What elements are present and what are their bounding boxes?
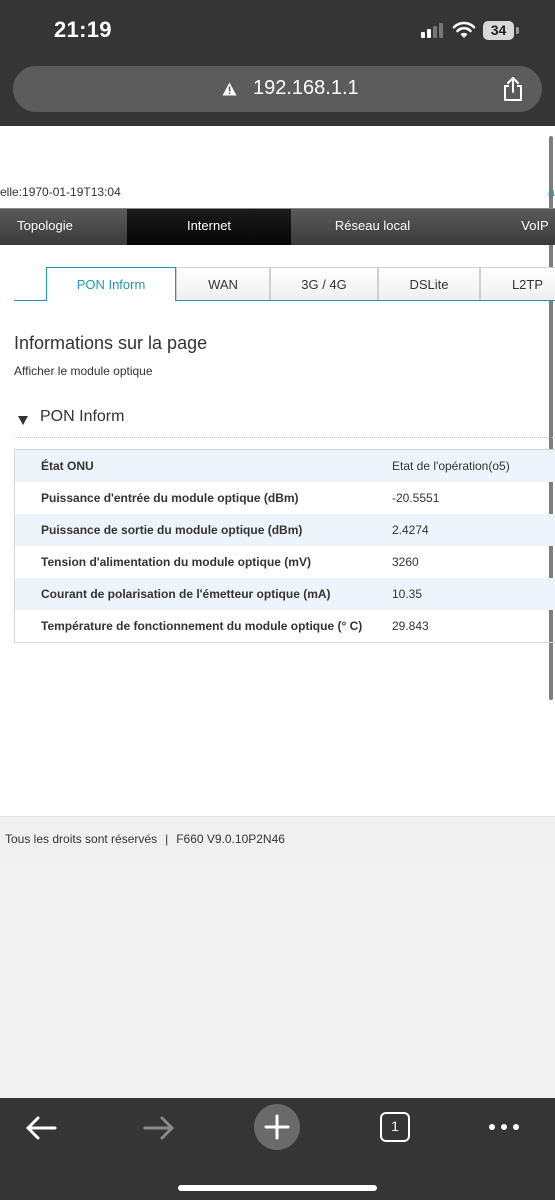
collapse-triangle-icon[interactable] xyxy=(18,416,28,425)
footer-rights: Tous les droits sont réservés xyxy=(5,832,158,846)
battery-indicator: 34 xyxy=(483,21,514,40)
row-label: Courant de polarisation de l'émetteur op… xyxy=(41,587,331,601)
footer-separator: | xyxy=(165,832,169,846)
row-value: 2.4274 xyxy=(392,523,429,537)
warning-icon xyxy=(222,82,237,96)
device-datetime: elle:1970-01-19T13:04 xyxy=(0,185,121,199)
row-value: Etat de l'opération(o5) xyxy=(392,459,510,473)
table-row: État ONU Etat de l'opération(o5) xyxy=(15,450,555,482)
footer-text: Tous les droits sont réservés | F660 V9.0.… xyxy=(5,832,285,846)
browser-address-area: 192.168.1.1 xyxy=(0,62,555,126)
tabs-count-icon[interactable]: 1 xyxy=(380,1112,410,1142)
row-label: Puissance d'entrée du module optique (dB… xyxy=(41,491,299,505)
table-row: Puissance d'entrée du module optique (dB… xyxy=(15,482,555,514)
truncated-header-link[interactable]: a xyxy=(548,185,555,199)
wifi-icon xyxy=(452,21,476,38)
url-text: 192.168.1.1 xyxy=(253,77,359,99)
table-row: Courant de polarisation de l'émetteur op… xyxy=(15,578,555,610)
row-value: 29.843 xyxy=(392,619,429,633)
section-divider xyxy=(14,437,555,438)
row-label: Température de fonctionnement du module … xyxy=(41,619,363,633)
tab-wan[interactable]: WAN xyxy=(176,267,270,300)
browser-toolbar: 1 xyxy=(0,1098,555,1200)
row-value: 10.35 xyxy=(392,587,423,601)
main-nav: Topologie Internet Réseau local VoIP xyxy=(0,208,555,245)
table-row: Température de fonctionnement du module … xyxy=(15,610,555,642)
forward-arrow-icon[interactable] xyxy=(142,1114,176,1142)
cellular-signal-icon xyxy=(421,22,447,38)
row-label: Tension d'alimentation du module optique… xyxy=(41,555,311,569)
section-title[interactable]: PON Inform xyxy=(40,408,124,426)
row-value: 3260 xyxy=(392,555,419,569)
address-bar[interactable]: 192.168.1.1 xyxy=(13,66,542,112)
tab-dslite[interactable]: DSLite xyxy=(378,267,480,300)
router-web-page: elle:1970-01-19T13:04 a Topologie Intern… xyxy=(0,126,555,862)
status-time: 21:19 xyxy=(54,17,112,42)
page-footer: Tous les droits sont réservés | F660 V9.0.… xyxy=(0,816,555,863)
battery-nub xyxy=(516,27,519,34)
nav-topologie[interactable]: Topologie xyxy=(0,209,90,245)
row-label: État ONU xyxy=(41,459,94,473)
tab-l2tp[interactable]: L2TP xyxy=(480,267,555,300)
row-label: Puissance de sortie du module optique (d… xyxy=(41,523,303,537)
status-bar: 21:19 34 xyxy=(0,0,555,62)
tab-3g-4g[interactable]: 3G / 4G xyxy=(270,267,378,300)
table-row: Puissance de sortie du module optique (d… xyxy=(15,514,555,546)
footer-version: F660 V9.0.10P2N46 xyxy=(176,832,285,846)
share-icon[interactable] xyxy=(501,76,525,102)
page-title: Informations sur la page xyxy=(14,333,208,353)
tab-pon-inform[interactable]: PON Inform xyxy=(46,267,176,301)
pon-info-table: État ONU Etat de l'opération(o5) Puissan… xyxy=(14,449,555,643)
back-arrow-icon[interactable] xyxy=(24,1114,58,1142)
more-icon[interactable] xyxy=(488,1122,520,1132)
nav-internet[interactable]: Internet xyxy=(127,209,291,245)
new-tab-plus-icon[interactable] xyxy=(254,1104,300,1150)
home-indicator xyxy=(178,1185,377,1191)
page-description: Afficher le module optique xyxy=(14,364,153,378)
row-value: -20.5551 xyxy=(392,491,440,505)
nav-reseau-local[interactable]: Réseau local xyxy=(291,209,454,245)
nav-voip[interactable]: VoIP xyxy=(505,209,555,245)
table-row: Tension d'alimentation du module optique… xyxy=(15,546,555,578)
